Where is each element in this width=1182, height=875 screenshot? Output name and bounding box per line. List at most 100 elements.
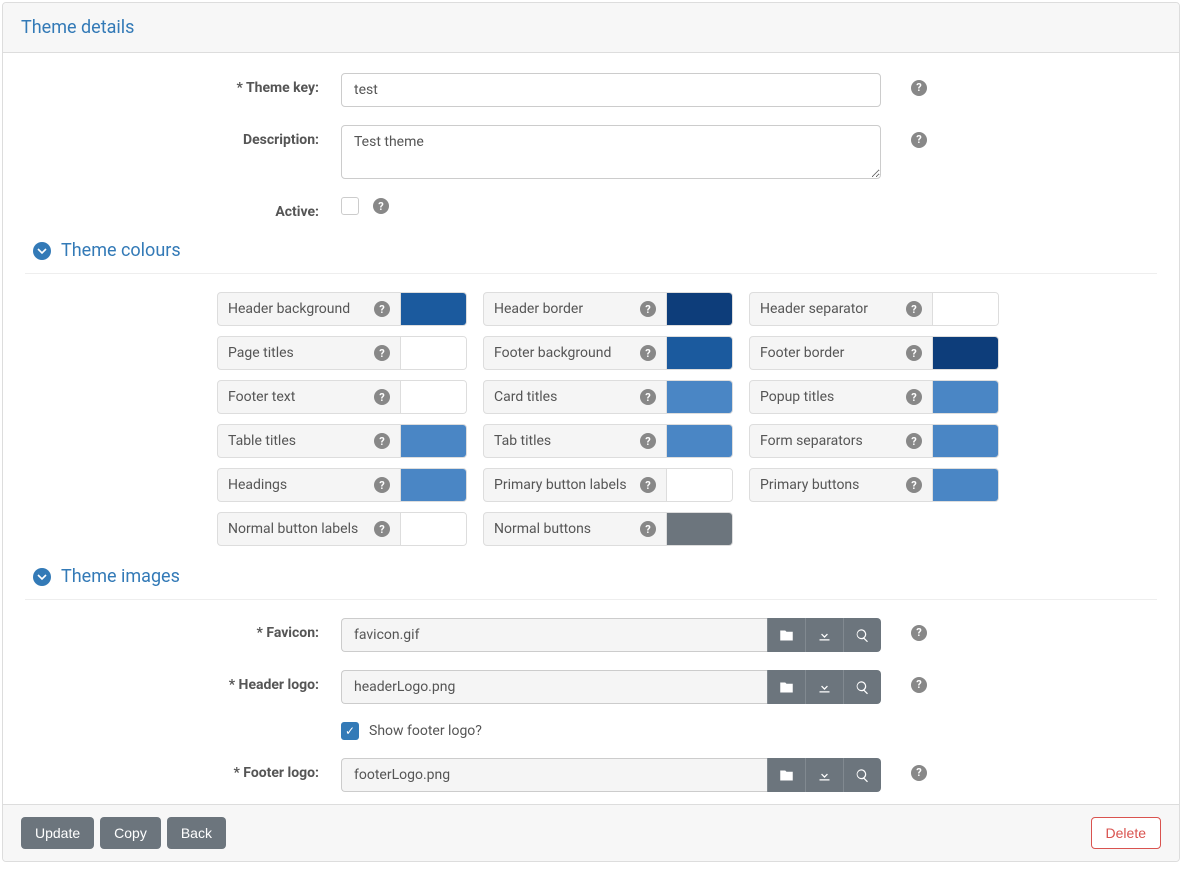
section-images-toggle[interactable]: Theme images bbox=[25, 566, 1157, 600]
colour-label: Page titles? bbox=[218, 337, 400, 369]
delete-button[interactable]: Delete bbox=[1091, 817, 1161, 849]
colour-item: Primary buttons? bbox=[749, 468, 999, 502]
colour-label: Header border? bbox=[484, 293, 666, 325]
colour-swatch[interactable] bbox=[666, 337, 732, 369]
colour-item: Page titles? bbox=[217, 336, 467, 370]
footer-logo-preview-button[interactable] bbox=[843, 758, 881, 792]
colour-swatch[interactable] bbox=[932, 425, 998, 457]
header-logo-label: * Header logo: bbox=[25, 670, 341, 693]
help-icon[interactable]: ? bbox=[911, 80, 927, 96]
colour-label: Footer text? bbox=[218, 381, 400, 413]
favicon-browse-button[interactable] bbox=[767, 618, 805, 652]
help-icon[interactable]: ? bbox=[374, 345, 390, 361]
theme-key-input[interactable] bbox=[341, 73, 881, 107]
colour-item: Header background? bbox=[217, 292, 467, 326]
colour-swatch[interactable] bbox=[932, 469, 998, 501]
active-checkbox[interactable] bbox=[341, 197, 359, 215]
help-icon[interactable]: ? bbox=[911, 677, 927, 693]
colour-label: Headings? bbox=[218, 469, 400, 501]
copy-button[interactable]: Copy bbox=[100, 817, 161, 849]
colour-item: Tab titles? bbox=[483, 424, 733, 458]
help-icon[interactable]: ? bbox=[906, 301, 922, 317]
colour-label-text: Popup titles bbox=[760, 389, 834, 405]
help-icon[interactable]: ? bbox=[640, 477, 656, 493]
colour-swatch[interactable] bbox=[400, 337, 466, 369]
colour-label: Popup titles? bbox=[750, 381, 932, 413]
help-icon[interactable]: ? bbox=[374, 433, 390, 449]
colour-label: Normal button labels? bbox=[218, 513, 400, 545]
update-button[interactable]: Update bbox=[21, 817, 94, 849]
colour-label: Tab titles? bbox=[484, 425, 666, 457]
colour-swatch[interactable] bbox=[666, 469, 732, 501]
favicon-preview-button[interactable] bbox=[843, 618, 881, 652]
colour-item: Header separator? bbox=[749, 292, 999, 326]
help-icon[interactable]: ? bbox=[640, 389, 656, 405]
help-icon[interactable]: ? bbox=[374, 477, 390, 493]
help-icon[interactable]: ? bbox=[911, 625, 927, 641]
colour-swatch[interactable] bbox=[400, 293, 466, 325]
header-logo-download-button[interactable] bbox=[805, 670, 843, 704]
colour-label-text: Primary buttons bbox=[760, 477, 859, 493]
help-icon[interactable]: ? bbox=[906, 477, 922, 493]
help-icon[interactable]: ? bbox=[640, 301, 656, 317]
footer-logo-download-button[interactable] bbox=[805, 758, 843, 792]
back-button[interactable]: Back bbox=[167, 817, 226, 849]
colour-swatch[interactable] bbox=[400, 425, 466, 457]
colour-label: Primary button labels? bbox=[484, 469, 666, 501]
help-icon[interactable]: ? bbox=[374, 389, 390, 405]
help-icon[interactable]: ? bbox=[911, 765, 927, 781]
row-footer-logo: * Footer logo: footerLogo.png ? bbox=[25, 758, 1157, 792]
colour-swatch[interactable] bbox=[666, 381, 732, 413]
description-label: Description: bbox=[25, 125, 341, 148]
colour-label-text: Tab titles bbox=[494, 433, 551, 449]
colour-swatch[interactable] bbox=[400, 381, 466, 413]
help-icon[interactable]: ? bbox=[640, 345, 656, 361]
row-show-footer-logo: Show footer logo? bbox=[25, 722, 1157, 740]
colour-label-text: Header border bbox=[494, 301, 583, 317]
footer-logo-browse-button[interactable] bbox=[767, 758, 805, 792]
action-bar: Update Copy Back Delete bbox=[3, 804, 1179, 861]
colour-item: Footer border? bbox=[749, 336, 999, 370]
colour-swatch[interactable] bbox=[666, 425, 732, 457]
section-images-title: Theme images bbox=[61, 566, 180, 587]
colour-item: Form separators? bbox=[749, 424, 999, 458]
colour-item: Headings? bbox=[217, 468, 467, 502]
colour-label: Normal buttons? bbox=[484, 513, 666, 545]
help-icon[interactable]: ? bbox=[906, 389, 922, 405]
colour-label: Header separator? bbox=[750, 293, 932, 325]
help-icon[interactable]: ? bbox=[374, 301, 390, 317]
help-icon[interactable]: ? bbox=[640, 521, 656, 537]
colour-item: Primary button labels? bbox=[483, 468, 733, 502]
favicon-download-button[interactable] bbox=[805, 618, 843, 652]
help-icon[interactable]: ? bbox=[640, 433, 656, 449]
header-logo-preview-button[interactable] bbox=[843, 670, 881, 704]
colour-swatch[interactable] bbox=[666, 513, 732, 545]
help-icon[interactable]: ? bbox=[906, 433, 922, 449]
section-colours-toggle[interactable]: Theme colours bbox=[25, 240, 1157, 274]
header-logo-browse-button[interactable] bbox=[767, 670, 805, 704]
colour-swatch[interactable] bbox=[666, 293, 732, 325]
show-footer-logo-checkbox[interactable] bbox=[341, 722, 359, 740]
row-active: Active: ? bbox=[25, 197, 1157, 220]
colour-label-text: Normal button labels bbox=[228, 521, 358, 537]
colour-item: Normal buttons? bbox=[483, 512, 733, 546]
help-icon[interactable]: ? bbox=[906, 345, 922, 361]
colour-label-text: Headings bbox=[228, 477, 287, 493]
row-description: Description: Test theme ? bbox=[25, 125, 1157, 179]
colour-label-text: Footer text bbox=[228, 389, 295, 405]
colour-swatch[interactable] bbox=[932, 337, 998, 369]
colour-label: Form separators? bbox=[750, 425, 932, 457]
colour-swatch[interactable] bbox=[400, 469, 466, 501]
help-icon[interactable]: ? bbox=[911, 132, 927, 148]
colour-label: Header background? bbox=[218, 293, 400, 325]
colour-swatch[interactable] bbox=[932, 293, 998, 325]
colour-label-text: Header separator bbox=[760, 301, 868, 317]
colour-swatch[interactable] bbox=[400, 513, 466, 545]
help-icon[interactable]: ? bbox=[374, 521, 390, 537]
colour-swatch[interactable] bbox=[932, 381, 998, 413]
colour-label: Footer border? bbox=[750, 337, 932, 369]
colour-label: Table titles? bbox=[218, 425, 400, 457]
help-icon[interactable]: ? bbox=[373, 198, 389, 214]
description-input[interactable]: Test theme bbox=[341, 125, 881, 179]
card-body: * Theme key: ? Description: Test theme ?… bbox=[3, 53, 1179, 792]
